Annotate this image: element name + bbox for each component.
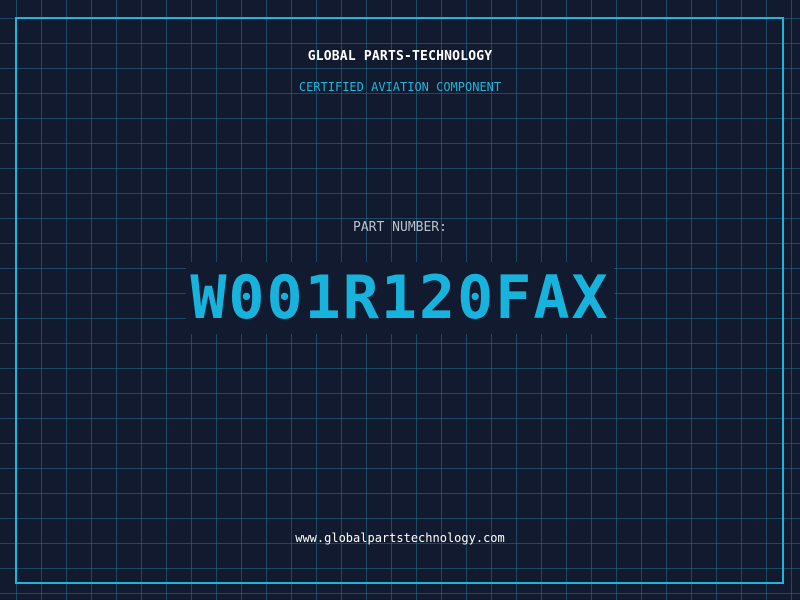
certification-tagline: CERTIFIED AVIATION COMPONENT [298,80,502,94]
website-url: www.globalpartstechnology.com [295,531,505,545]
company-name: GLOBAL PARTS-TECHNOLOGY [307,49,493,64]
part-number-container: W001R120FAX [0,262,800,334]
part-number-label: PART NUMBER: [353,220,447,235]
part-number-value: W001R120FAX [186,262,614,334]
part-card: GLOBAL PARTS-TECHNOLOGY CERTIFIED AVIATI… [0,0,800,600]
